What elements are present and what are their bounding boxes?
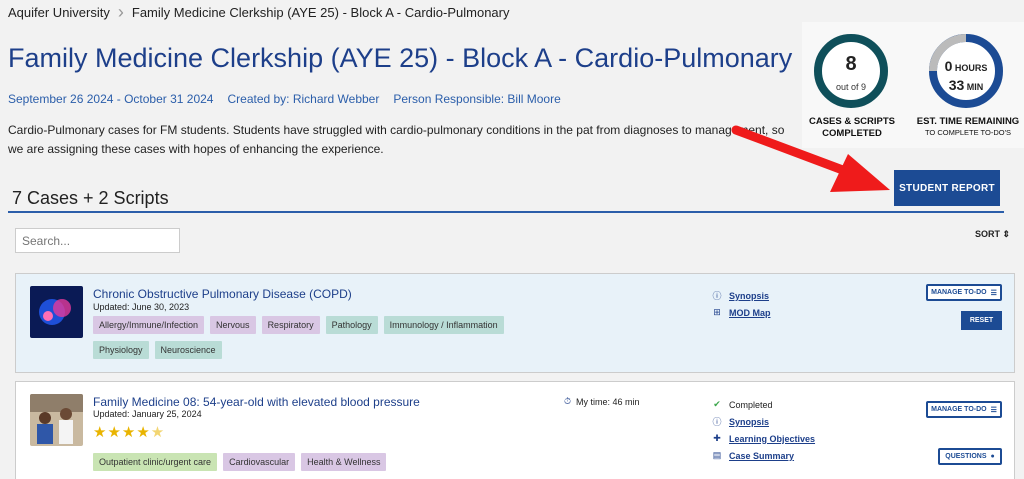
case-updated: Updated: January 25, 2024	[93, 409, 202, 419]
red-arrow-annotation	[731, 125, 890, 192]
case-summary-link[interactable]: ▤ Case Summary	[710, 447, 815, 464]
tag: Allergy/Immune/Infection	[93, 316, 205, 334]
breadcrumb-home-link[interactable]: Aquifer University	[0, 5, 110, 20]
case-thumbnail	[30, 394, 83, 446]
lightbulb-icon: ●	[990, 453, 995, 460]
time-label: EST. TIME REMAINING	[916, 116, 1020, 127]
case-links: ⓘ Synopsis ⊞ MOD Map	[710, 287, 771, 321]
stopwatch-icon: ⏱	[564, 396, 572, 406]
page-description: Cardio-Pulmonary cases for FM students. …	[8, 123, 785, 156]
rating-stars: ★★★★★	[93, 423, 165, 441]
info-icon: ⓘ	[712, 417, 722, 427]
breadcrumb-separator-icon: ›	[117, 1, 124, 22]
mod-map-link[interactable]: ⊞ MOD Map	[710, 304, 770, 321]
manage-todo-button[interactable]: MANAGE TO-DO ☰	[926, 284, 1002, 301]
breadcrumb-current: Family Medicine Clerkship (AYE 25) - Blo…	[131, 4, 510, 20]
tag: Pathology	[325, 316, 378, 334]
sitemap-icon: ⊞	[713, 307, 721, 317]
list-icon: ☰	[990, 289, 997, 297]
synopsis-link[interactable]: ⓘ Synopsis	[710, 287, 771, 304]
case-card: Family Medicine 08: 54-year-old with ele…	[15, 381, 1015, 479]
puzzle-icon: ✚	[713, 433, 721, 443]
reset-button[interactable]: RESET	[961, 311, 1002, 330]
info-icon: ⓘ	[712, 291, 722, 301]
learning-objectives-link[interactable]: ✚ Learning Objectives	[710, 430, 815, 447]
tag: Neuroscience	[154, 341, 222, 359]
tag: Nervous	[210, 316, 256, 334]
tag: Physiology	[93, 341, 149, 359]
questions-button[interactable]: QUESTIONS ●	[938, 448, 1002, 465]
time-ring-remainder	[913, 18, 1019, 124]
date-range: September 26 2024 - October 31 2024	[8, 92, 214, 106]
student-report-button[interactable]: STUDENT REPORT	[894, 170, 1000, 206]
created-by: Created by: Richard Webber	[227, 92, 380, 106]
sort-icon: ⇕	[1002, 229, 1011, 239]
search-input[interactable]	[15, 228, 180, 253]
tag-list: Allergy/Immune/Infection Nervous Respirato…	[93, 315, 523, 365]
star-icon: ★★★★	[93, 424, 151, 441]
completed-total: out of 9	[835, 82, 867, 92]
page-title: Family Medicine Clerkship (AYE 25) - Blo…	[8, 43, 793, 73]
cases-count: 7 Cases + 2 Scripts	[12, 188, 169, 208]
divider	[8, 211, 1004, 213]
half-star-icon: ★	[150, 424, 166, 441]
check-circle-icon: ✔	[713, 399, 721, 409]
list-icon: ☰	[990, 406, 997, 414]
tag-list: Outpatient clinic/urgent care Cardiovascu…	[93, 452, 523, 477]
completed-status: ✔ Completed	[710, 396, 815, 413]
case-title-link[interactable]: Family Medicine 08: 54-year-old with ele…	[93, 395, 420, 409]
synopsis-link[interactable]: ⓘ Synopsis	[710, 413, 815, 430]
pdf-icon: ▤	[712, 450, 722, 460]
tag: Cardiovascular	[223, 453, 296, 471]
tag: Outpatient clinic/urgent care	[93, 453, 218, 471]
time-sublabel: TO COMPLETE TO-DO'S	[924, 128, 1012, 137]
case-links: ✔ Completed ⓘ Synopsis ✚ Learning Objective…	[710, 396, 815, 464]
tag: Health & Wellness	[301, 453, 387, 471]
case-thumbnail	[30, 286, 83, 338]
completed-ring: 8 out of 9	[814, 34, 888, 108]
person-responsible: Person Responsible: Bill Moore	[393, 92, 561, 106]
case-updated: Updated: June 30, 2023	[93, 302, 190, 312]
sort-button[interactable]: SORT ⇕	[975, 229, 1010, 240]
my-time: ⏱ My time: 46 min	[564, 396, 640, 407]
case-title-link[interactable]: Chronic Obstructive Pulmonary Disease (C…	[93, 287, 352, 301]
tag: Immunology / Inflammation	[383, 316, 504, 334]
case-card: Chronic Obstructive Pulmonary Disease (C…	[15, 273, 1015, 373]
tag: Respiratory	[261, 316, 320, 334]
breadcrumb: Aquifer University › Family Medicine Cle…	[0, 0, 509, 24]
manage-todo-button[interactable]: MANAGE TO-DO ☰	[926, 401, 1002, 418]
page-meta: September 26 2024 - October 31 2024 Crea…	[8, 92, 561, 106]
completed-count: 8	[845, 53, 857, 75]
